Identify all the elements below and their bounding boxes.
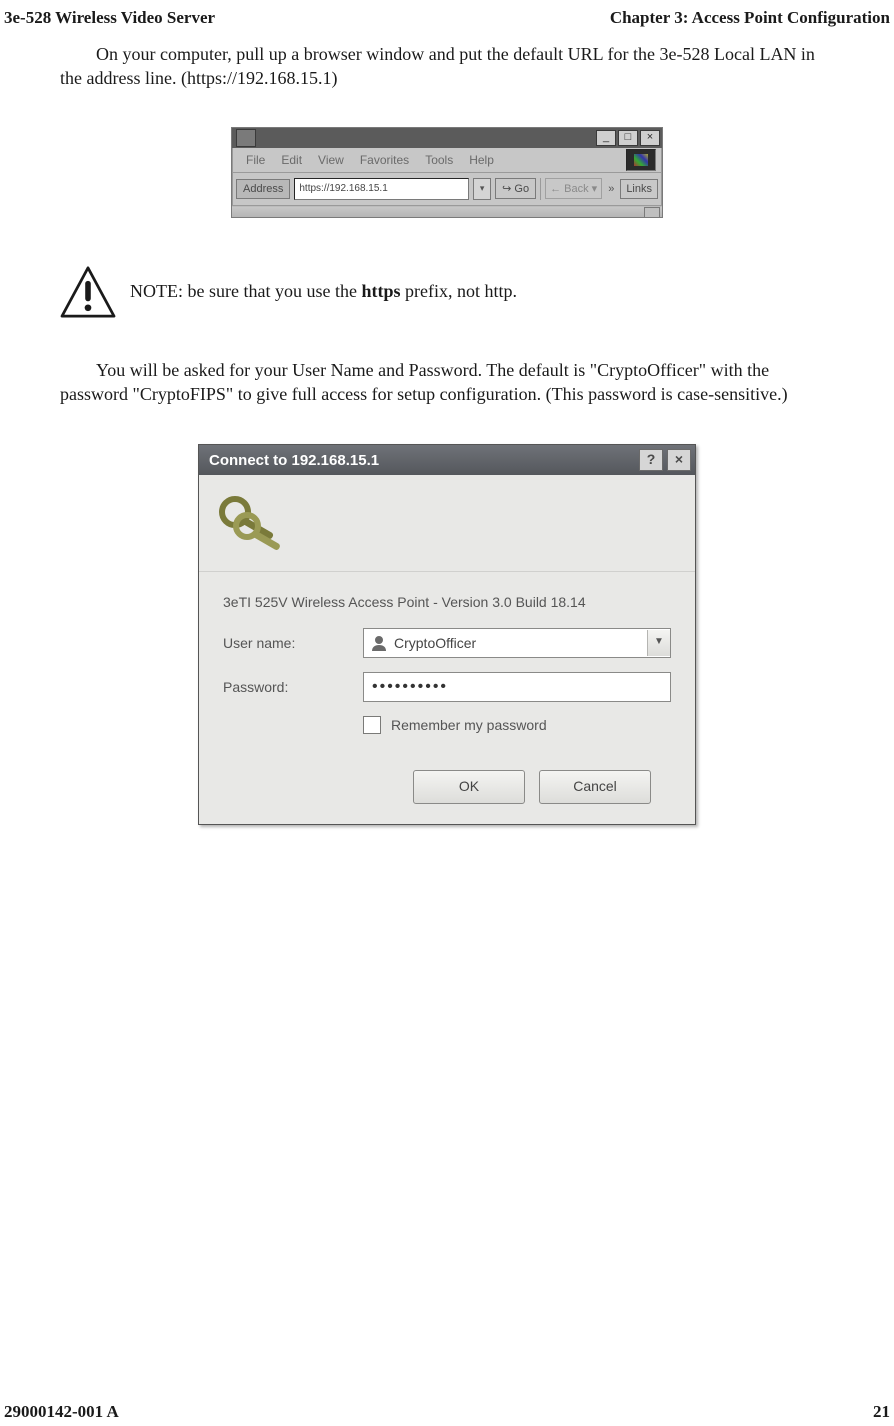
menu-file[interactable]: File [238,153,273,167]
dialog-body: 3eTI 525V Wireless Access Point - Versio… [199,475,695,824]
cancel-button[interactable]: Cancel [539,770,651,804]
remember-row[interactable]: Remember my password [363,716,671,734]
content: On your computer, pull up a browser wind… [0,42,894,825]
menu-help[interactable]: Help [461,153,502,167]
address-dropdown-button[interactable]: ▾ [473,178,491,200]
browser-edge [232,206,662,217]
minimize-button[interactable]: _ [596,130,616,146]
password-input[interactable]: •••••••••• [363,672,671,702]
warning-icon [60,266,116,318]
address-label: Address [236,179,290,199]
page: 3e-528 Wireless Video Server Chapter 3: … [0,0,894,1426]
username-dropdown-button[interactable]: ▼ [647,630,670,656]
browser-window: _ □ × File Edit View Favorites Tools Hel… [231,127,663,218]
keys-icon [217,492,291,554]
dialog-button-row: OK Cancel [223,770,671,824]
menu-view[interactable]: View [310,153,352,167]
note-row: NOTE: be sure that you use the https pre… [60,266,834,318]
remember-checkbox[interactable] [363,716,381,734]
remember-label: Remember my password [391,717,547,733]
browser-menubar: File Edit View Favorites Tools Help [232,148,662,173]
note-suffix: prefix, not http. [400,281,516,301]
footer-left: 29000142-001 A [4,1402,119,1422]
header-right: Chapter 3: Access Point Configuration [610,8,890,28]
username-value: CryptoOfficer [394,635,647,651]
dialog-title: Connect to 192.168.15.1 [209,452,635,469]
menu-favorites[interactable]: Favorites [352,153,417,167]
password-label: Password: [223,679,363,695]
page-header: 3e-528 Wireless Video Server Chapter 3: … [0,0,894,42]
address-input[interactable]: https://192.168.15.1 [294,178,469,200]
toolbar-overflow-icon[interactable]: » [606,183,616,195]
go-label: Go [514,183,529,195]
intro-paragraph: On your computer, pull up a browser wind… [60,42,834,91]
menu-edit[interactable]: Edit [273,153,310,167]
dialog-icon-row [199,475,695,572]
windows-logo-icon [626,149,656,171]
ok-button[interactable]: OK [413,770,525,804]
address-toolbar: Address https://192.168.15.1 ▾ ↪ Go ← Ba… [232,173,662,206]
header-left: 3e-528 Wireless Video Server [4,8,215,28]
note-bold: https [361,281,400,301]
note-text: NOTE: be sure that you use the https pre… [130,281,517,302]
ie-icon [236,129,256,147]
menu-tools[interactable]: Tools [417,153,461,167]
footer-right: 21 [873,1402,890,1422]
dialog-close-button[interactable]: × [667,449,691,471]
links-button[interactable]: Links [620,179,658,199]
credentials-paragraph: You will be asked for your User Name and… [60,358,834,407]
browser-titlebar: _ □ × [232,128,662,148]
close-button[interactable]: × [640,130,660,146]
maximize-button[interactable]: □ [618,130,638,146]
user-icon [370,634,388,652]
username-row: User name: CryptoOfficer ▼ [223,628,671,658]
dialog-form: 3eTI 525V Wireless Access Point - Versio… [199,572,695,824]
back-label: Back [564,183,588,195]
note-prefix: NOTE: be sure that you use the [130,281,361,301]
password-row: Password: •••••••••• [223,672,671,702]
dialog-titlebar: Connect to 192.168.15.1 ? × [199,445,695,475]
dialog-info-line: 3eTI 525V Wireless Access Point - Versio… [223,594,671,610]
username-label: User name: [223,635,363,651]
page-footer: 29000142-001 A 21 [4,1402,890,1422]
username-combo[interactable]: CryptoOfficer ▼ [363,628,671,658]
auth-dialog: Connect to 192.168.15.1 ? × [198,444,696,825]
go-button[interactable]: ↪ Go [495,178,536,199]
back-button[interactable]: ← Back ▾ [545,178,602,199]
dialog-help-button[interactable]: ? [639,449,663,471]
